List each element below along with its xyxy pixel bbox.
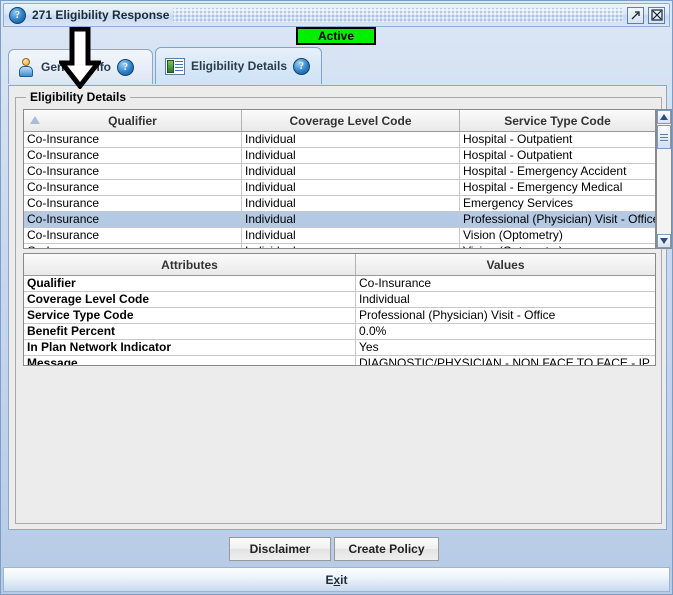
sort-ascending-icon: [30, 116, 40, 124]
help-icon[interactable]: ?: [293, 57, 311, 75]
attribute-value-cell: Yes: [355, 339, 655, 356]
attribute-name-cell: Qualifier: [24, 275, 356, 292]
column-header-coverage-level-code[interactable]: Coverage Level Code: [241, 110, 460, 132]
title-bar-texture: [173, 8, 623, 22]
column-header-qualifier[interactable]: Qualifier: [24, 110, 242, 132]
table-cell: Individual: [241, 131, 460, 148]
table-cell: Co-Insurance: [24, 163, 242, 180]
id-card-icon: [165, 57, 185, 75]
vertical-scrollbar[interactable]: [656, 109, 672, 249]
table-cell: Co-Insurance: [24, 179, 242, 196]
exit-bar[interactable]: Exit: [3, 567, 670, 592]
attributes-values-grid[interactable]: Attributes Values Qualifier Co-Insurance C…: [23, 253, 656, 366]
attribute-value-cell: Co-Insurance: [355, 275, 655, 292]
exit-label[interactable]: Exit: [325, 573, 347, 587]
group-title: Eligibility Details: [26, 90, 131, 104]
table-row[interactable]: Message DIAGNOSTIC/PHYSICIAN - NON FACE T…: [24, 355, 655, 365]
table-row[interactable]: Co-Insurance Individual Hospital - Outpati…: [24, 131, 655, 148]
table-cell: Vision (Optometry): [459, 243, 655, 248]
tab-general-info-label: General Info: [41, 60, 112, 74]
scroll-up-arrow-icon: [660, 114, 668, 120]
close-button[interactable]: [648, 6, 665, 24]
table-row[interactable]: Coverage Level Code Individual: [24, 291, 655, 308]
table-cell: Co-Insurance: [24, 131, 242, 148]
maximize-button[interactable]: [627, 6, 644, 24]
table-row[interactable]: Co-Insurance Individual Emergency Services: [24, 195, 655, 212]
eligibility-table: Qualifier Coverage Level Code Service Ty…: [24, 110, 655, 248]
scroll-down-arrow-icon: [660, 238, 668, 244]
table-cell: Individual: [241, 195, 460, 212]
table-row[interactable]: In Plan Network Indicator Yes: [24, 339, 655, 356]
disclaimer-button[interactable]: Disclaimer: [229, 537, 331, 561]
column-header-service-type-code[interactable]: Service Type Code: [459, 110, 655, 132]
table-row[interactable]: Co-InsuranceIndividualVision (Optometry): [24, 227, 655, 244]
attribute-name-cell: Message: [24, 355, 356, 365]
attribute-value-cell: Professional (Physician) Visit - Office: [355, 307, 655, 324]
table-cell: Hospital - Outpatient: [459, 131, 655, 148]
table-cell: Co-Insurance: [24, 195, 242, 212]
table-cell: Individual: [241, 147, 460, 164]
attributes-values-table-body: Qualifier Co-Insurance Coverage Level Code…: [24, 275, 655, 365]
create-policy-button[interactable]: Create Policy: [334, 537, 439, 561]
table-cell: Individual: [241, 163, 460, 180]
table-row[interactable]: Qualifier Co-Insurance: [24, 275, 655, 292]
table-cell: Co-Insurance: [24, 243, 242, 248]
help-icon[interactable]: ?: [117, 58, 135, 76]
table-row[interactable]: Co-Insurance Individual Professional (Phys…: [24, 211, 655, 228]
attribute-name-cell: In Plan Network Indicator: [24, 339, 356, 356]
tab-general-info[interactable]: General Info ?: [8, 49, 153, 84]
title-bar: ? 271 Eligibility Response: [3, 3, 670, 27]
attribute-name-cell: Service Type Code: [24, 307, 356, 324]
scroll-down-button[interactable]: [657, 234, 671, 248]
scrollbar-thumb[interactable]: [657, 125, 671, 149]
tab-eligibility-details[interactable]: Eligibility Details ?: [155, 47, 322, 84]
tab-eligibility-details-label: Eligibility Details: [191, 59, 288, 73]
attribute-value-cell: 0.0%: [355, 323, 655, 340]
eligibility-table-body: Co-Insurance Individual Hospital - Outpati…: [24, 131, 655, 248]
eligibility-details-panel: Eligibility Details Qualifier Coverage L…: [8, 85, 672, 530]
table-row[interactable]: Co-Insurance Individual Hospital - Emergen…: [24, 163, 655, 180]
table-cell: Individual: [241, 227, 460, 244]
table-row[interactable]: Co-InsuranceIndividualVision (Optometry): [24, 243, 655, 248]
table-cell: Co-Insurance: [24, 147, 242, 164]
eligibility-grid[interactable]: Qualifier Coverage Level Code Service Ty…: [23, 109, 656, 249]
close-icon: [650, 9, 663, 21]
application-window: ? 271 Eligibility Response Active Genera…: [0, 0, 673, 595]
table-cell: Co-Insurance: [24, 227, 242, 244]
column-header-attributes[interactable]: Attributes: [24, 254, 356, 276]
attribute-value-cell: Individual: [355, 291, 655, 308]
table-cell: Individual: [241, 211, 460, 228]
table-header-row: Qualifier Coverage Level Code Service Ty…: [24, 110, 655, 132]
table-cell: Hospital - Outpatient: [459, 147, 655, 164]
table-cell: Hospital - Emergency Medical: [459, 179, 655, 196]
status-badge: Active: [296, 27, 376, 45]
button-row: Disclaimer Create Policy: [1, 533, 673, 567]
table-row[interactable]: Service Type Code Professional (Physician…: [24, 307, 655, 324]
table-cell: Individual: [241, 243, 460, 248]
table-cell: Co-Insurance: [24, 211, 242, 228]
table-row[interactable]: Benefit Percent 0.0%: [24, 323, 655, 340]
table-cell: Vision (Optometry): [459, 227, 655, 244]
attribute-name-cell: Coverage Level Code: [24, 291, 356, 308]
table-cell: Individual: [241, 179, 460, 196]
column-header-values[interactable]: Values: [355, 254, 655, 276]
help-circle-icon: ?: [9, 6, 26, 24]
person-icon: [18, 57, 35, 77]
table-cell: Professional (Physician) Visit - Office: [459, 211, 655, 228]
table-row[interactable]: Co-Insurance Individual Hospital - Emergen…: [24, 179, 655, 196]
table-cell: Hospital - Emergency Accident: [459, 163, 655, 180]
window-title: 271 Eligibility Response: [32, 8, 170, 22]
tab-strip: General Info ? Eligibility Details ?: [8, 47, 667, 87]
table-header-row: Attributes Values: [24, 254, 655, 276]
table-cell: Emergency Services: [459, 195, 655, 212]
maximize-icon: [631, 10, 640, 19]
eligibility-details-group: Eligibility Details Qualifier Coverage L…: [15, 90, 672, 524]
table-row[interactable]: Co-Insurance Individual Hospital - Outpati…: [24, 147, 655, 164]
scroll-up-button[interactable]: [657, 110, 671, 124]
attribute-name-cell: Benefit Percent: [24, 323, 356, 340]
attributes-values-table: Attributes Values Qualifier Co-Insurance C…: [24, 254, 655, 365]
attribute-value-cell: DIAGNOSTIC/PHYSICIAN - NON FACE TO FACE …: [355, 355, 655, 365]
